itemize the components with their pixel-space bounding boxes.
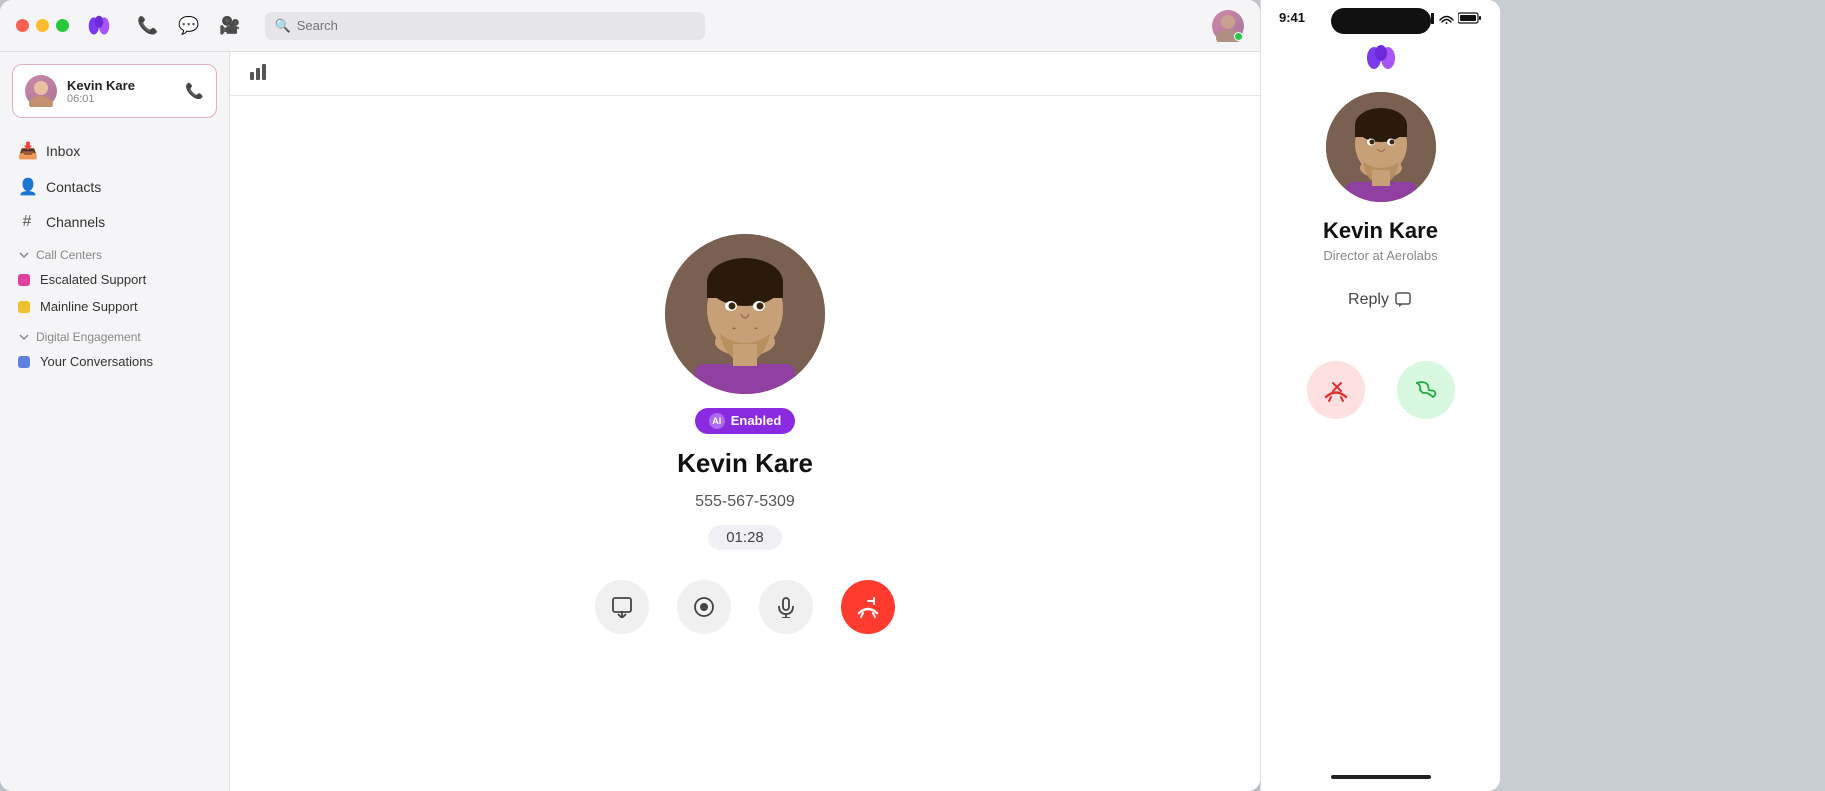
sidebar-item-inbox[interactable]: 📥 Inbox [8, 134, 221, 168]
reply-label: Reply [1348, 291, 1389, 309]
sidebar-nav: 📥 Inbox 👤 Contacts # Channels [0, 134, 229, 238]
phone-content: Kevin Kare Director at Aerolabs Reply [1261, 25, 1500, 775]
hangup-button[interactable] [841, 580, 895, 634]
enabled-badge-text: Enabled [731, 413, 782, 428]
phone-notch [1331, 8, 1431, 34]
sidebar-item-your-conversations[interactable]: Your Conversations [0, 348, 229, 375]
call-timer: 01:28 [708, 525, 782, 550]
active-call-phone-icon: 📞 [185, 82, 204, 100]
contacts-icon: 👤 [18, 177, 36, 197]
mainline-support-label: Mainline Support [40, 299, 138, 314]
escalated-support-label: Escalated Support [40, 272, 146, 287]
search-icon: 🔍 [275, 18, 291, 34]
your-conversations-dot [18, 356, 30, 368]
phone-time: 9:41 [1279, 10, 1305, 25]
mute-button[interactable] [759, 580, 813, 634]
main-content: AI Enabled Kevin Kare 555-567-5309 01:28 [230, 52, 1260, 791]
ai-icon: AI [709, 413, 725, 429]
channels-label: Channels [46, 214, 105, 230]
sidebar-item-escalated-support[interactable]: Escalated Support [0, 266, 229, 293]
phone-contact-title: Director at Aerolabs [1323, 248, 1437, 263]
escalated-support-dot [18, 274, 30, 286]
video-icon[interactable]: 🎥 [219, 16, 240, 36]
phone-call-actions [1307, 361, 1455, 419]
window-controls [16, 19, 69, 32]
user-avatar[interactable] [1212, 10, 1244, 42]
inbox-icon: 📥 [18, 141, 36, 161]
call-centers-label: Call Centers [36, 248, 102, 262]
phone-reply-area[interactable]: Reply [1348, 291, 1413, 309]
phone-accept-button[interactable] [1397, 361, 1455, 419]
search-input[interactable] [297, 18, 695, 33]
chat-icon[interactable]: 💬 [178, 16, 199, 36]
call-centers-section[interactable]: Call Centers [0, 238, 229, 266]
desktop-app: 📞 💬 🎥 🔍 [0, 0, 1260, 791]
signal-icon [250, 62, 272, 85]
search-bar[interactable]: 🔍 [265, 12, 705, 40]
mainline-support-dot [18, 301, 30, 313]
main-toolbar [230, 52, 1260, 96]
call-item-name: Kevin Kare [67, 78, 175, 93]
close-window-button[interactable] [16, 19, 29, 32]
contact-name: Kevin Kare [677, 448, 813, 479]
active-call-item[interactable]: Kevin Kare 06:01 📞 [12, 64, 217, 118]
phone-home-bar [1331, 775, 1431, 779]
sidebar-item-contacts[interactable]: 👤 Contacts [8, 170, 221, 204]
app-logo [85, 14, 113, 38]
call-screen: AI Enabled Kevin Kare 555-567-5309 01:28 [230, 96, 1260, 791]
call-actions [595, 580, 895, 634]
call-item-time: 06:01 [67, 93, 175, 105]
sidebar-item-mainline-support[interactable]: Mainline Support [0, 293, 229, 320]
your-conversations-label: Your Conversations [40, 354, 153, 369]
channels-icon: # [18, 213, 36, 231]
titlebar-icons: 📞 💬 🎥 [137, 16, 241, 36]
phone-logo [1363, 43, 1399, 78]
digital-engagement-label: Digital Engagement [36, 330, 141, 344]
sidebar-item-channels[interactable]: # Channels [8, 206, 221, 238]
inbox-label: Inbox [46, 143, 80, 159]
app-body: Kevin Kare 06:01 📞 📥 Inbox 👤 Contacts # … [0, 52, 1260, 791]
titlebar-right [1212, 10, 1244, 42]
enabled-badge: AI Enabled [695, 408, 796, 434]
phone-contact-name: Kevin Kare [1323, 218, 1438, 244]
keypad-button[interactable] [677, 580, 731, 634]
online-status-dot [1234, 32, 1243, 41]
digital-engagement-section[interactable]: Digital Engagement [0, 320, 229, 348]
maximize-window-button[interactable] [56, 19, 69, 32]
title-bar: 📞 💬 🎥 🔍 [0, 0, 1260, 52]
minimize-window-button[interactable] [36, 19, 49, 32]
phone-icon[interactable]: 📞 [137, 16, 158, 36]
phone-contact-avatar [1326, 92, 1436, 202]
contact-phone: 555-567-5309 [695, 493, 795, 511]
contacts-label: Contacts [46, 179, 101, 195]
transfer-button[interactable] [595, 580, 649, 634]
call-item-avatar [25, 75, 57, 107]
sidebar: Kevin Kare 06:01 📞 📥 Inbox 👤 Contacts # … [0, 52, 230, 791]
contact-photo [665, 234, 825, 394]
phone-device: 9:41 [1260, 0, 1500, 791]
phone-decline-button[interactable] [1307, 361, 1365, 419]
call-item-info: Kevin Kare 06:01 [67, 78, 175, 105]
